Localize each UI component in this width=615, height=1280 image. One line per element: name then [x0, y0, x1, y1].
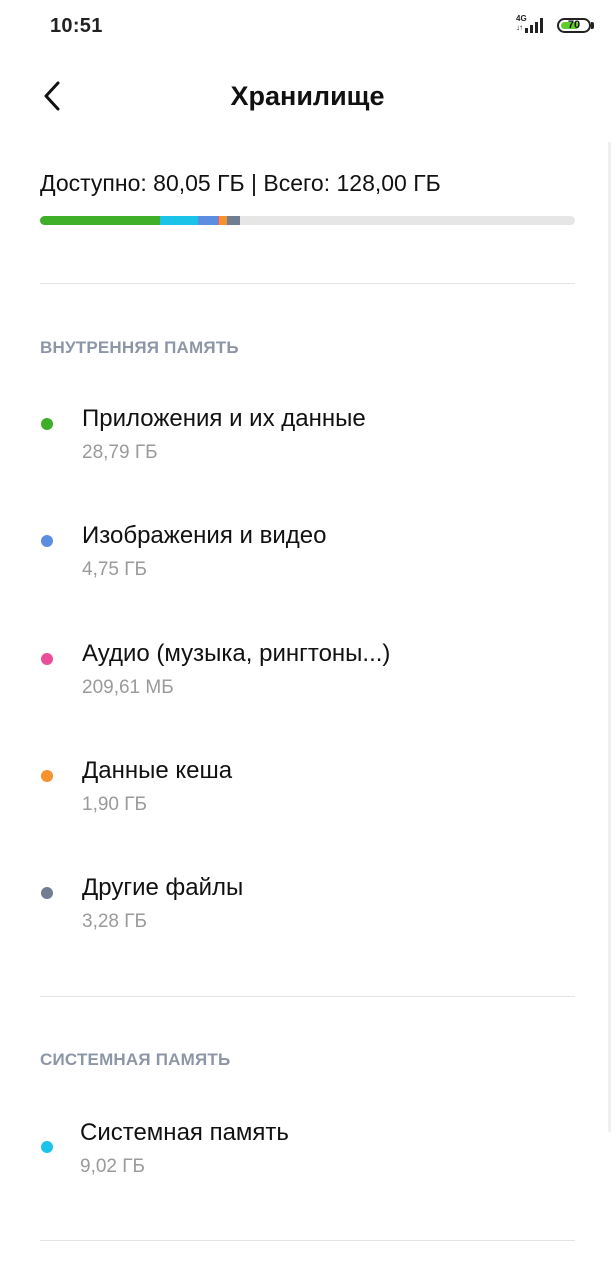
category-cache[interactable]: Данные кеша 1,90 ГБ [30, 757, 590, 853]
cyan-dot-icon [41, 1141, 53, 1153]
category-size: 209,61 МБ [82, 677, 174, 698]
category-size: 4,75 ГБ [82, 559, 148, 580]
battery-level: 70 [567, 19, 581, 31]
category-label: Приложения и их данные [82, 405, 366, 432]
usage-segment-system [160, 216, 199, 225]
orange-dot-icon [41, 770, 53, 782]
divider [40, 996, 575, 997]
signal-bars-icon [525, 18, 543, 33]
category-size: 9,02 ГБ [80, 1156, 146, 1177]
section-header-system: СИСТЕМНАЯ ПАМЯТЬ [40, 1050, 231, 1069]
category-audio[interactable]: Аудио (музыка, рингтоны...) 209,61 МБ [30, 640, 590, 736]
page-title: Хранилище [230, 81, 385, 111]
usage-segment-other [226, 216, 241, 225]
category-size: 3,28 ГБ [82, 911, 148, 932]
category-label: Данные кеша [82, 757, 233, 784]
category-size: 1,90 ГБ [82, 794, 148, 815]
section-header-internal: ВНУТРЕННЯЯ ПАМЯТЬ [40, 338, 239, 357]
usage-segment-images_video [198, 216, 218, 225]
category-system-memory[interactable]: Системная память 9,02 ГБ [30, 1119, 590, 1215]
category-size: 28,79 ГБ [82, 442, 158, 463]
status-bar: 10:51 4G ↓↑ 70 [0, 0, 615, 54]
category-apps[interactable]: Приложения и их данные 28,79 ГБ [30, 405, 590, 501]
green-dot-icon [41, 418, 53, 430]
category-images-video[interactable]: Изображения и видео 4,75 ГБ [30, 522, 590, 618]
status-time: 10:51 [50, 15, 103, 37]
category-other-files[interactable]: Другие файлы 3,28 ГБ [30, 874, 590, 970]
storage-summary: Доступно: 80,05 ГБ | Всего: 128,00 ГБ [40, 170, 441, 196]
battery-tip [591, 22, 594, 29]
usage-segment-cache [218, 216, 227, 225]
storage-usage-bar [40, 216, 575, 225]
pink-dot-icon [41, 653, 53, 665]
battery-icon: 70 [557, 18, 591, 33]
divider [40, 1240, 575, 1241]
category-label: Аудио (музыка, рингтоны...) [82, 640, 391, 667]
category-label: Другие файлы [82, 874, 244, 901]
divider [40, 283, 575, 284]
category-label: Изображения и видео [82, 522, 327, 549]
gray-dot-icon [41, 887, 53, 899]
blue-dot-icon [41, 535, 53, 547]
category-label: Системная память [80, 1119, 289, 1146]
scrollbar[interactable] [608, 142, 611, 1132]
usage-segment-apps [40, 216, 161, 225]
